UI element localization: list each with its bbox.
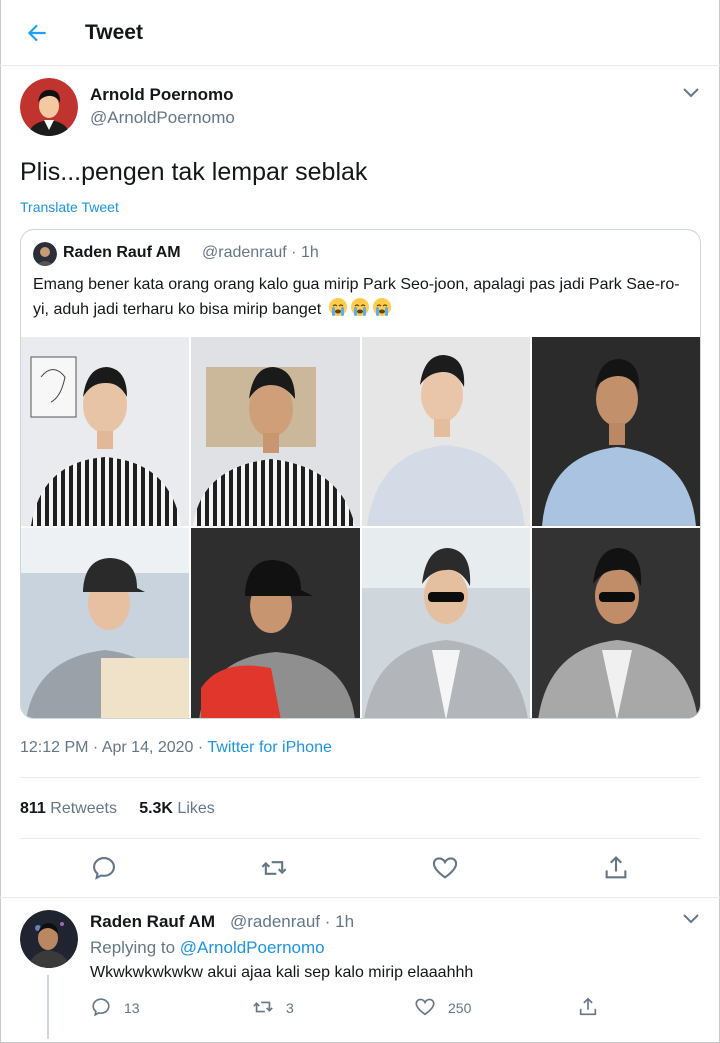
share-icon [579,997,597,1016]
reply-like-count: 250 [448,1000,472,1016]
reply-text: Wkwkwkwkwkw akui ajaa kali sep kalo miri… [90,964,474,981]
likes-label: Likes [172,800,215,817]
retweets-count: 811 [20,800,46,817]
heart-icon[interactable] [431,854,459,882]
photo-collage-sunglasses[interactable] [362,528,700,718]
divider [20,777,700,778]
header-bar: Tweet [0,0,720,66]
retweet-icon [253,1001,273,1013]
divider [20,838,700,839]
reply-icon[interactable] [90,854,118,882]
likes-stat[interactable]: 5.3K Likes [139,800,215,817]
replying-to: Replying to @ArnoldPoernomo [90,938,325,958]
arrow-left-icon[interactable] [24,20,50,46]
tweet-source-link[interactable]: Twitter for iPhone [207,739,332,756]
crying-face-emoji-icon [328,298,347,316]
reply-icon [92,998,110,1017]
crying-face-emoji-icon [350,298,369,316]
tweet-text: Plis...pengen tak lempar seblak [20,158,368,186]
heart-icon [415,998,435,1016]
timestamp[interactable]: 12:12 PM · Apr 14, 2020 · [20,739,207,756]
reply-author-name[interactable]: Raden Rauf AM [90,912,215,932]
quote-text: Emang bener kata orang orang kalo gua mi… [33,272,693,322]
thread-line [47,975,49,1039]
author-avatar[interactable] [20,78,78,136]
reply-share-button[interactable] [577,996,603,1022]
chevron-down-icon[interactable] [680,84,702,102]
quote-meta: @radenrauf · 1h [202,244,319,261]
reply-avatar[interactable] [20,910,78,968]
quoted-tweet[interactable]: Raden Rauf AM @radenrauf · 1h Emang bene… [20,229,701,719]
reply-reply-count: 13 [124,1000,140,1016]
tweet-stats: 811 Retweets 5.3K Likes [20,800,215,818]
tweet-action-bar [0,850,720,890]
tweet-meta: 12:12 PM · Apr 14, 2020 · Twitter for iP… [20,739,332,757]
quote-author-name: Raden Rauf AM [63,244,181,261]
crying-face-emoji-icon [372,298,391,316]
replying-prefix: Replying to [90,938,180,957]
author-name[interactable]: Arnold Poernomo [90,85,234,105]
reply-meta[interactable]: @radenrauf · 1h [230,912,354,932]
author-handle[interactable]: @ArnoldPoernomo [90,108,235,128]
photo-collage-striped[interactable] [21,337,360,526]
photo-collage-cap[interactable] [21,528,360,718]
quote-avatar [33,242,57,266]
retweet-icon[interactable] [260,854,288,882]
chevron-down-icon[interactable] [680,910,702,928]
reply-retweet-count: 3 [286,1000,294,1016]
photo-grid [21,337,700,718]
share-icon[interactable] [602,854,630,882]
divider [0,897,720,898]
replying-to-mention[interactable]: @ArnoldPoernomo [180,938,325,957]
photo-collage-blue-shirt[interactable] [362,337,700,526]
likes-count: 5.3K [139,800,173,817]
reply-retweet-button[interactable]: 3 [252,996,322,1022]
page-title: Tweet [85,21,143,44]
translate-tweet-link[interactable]: Translate Tweet [20,199,119,215]
reply-reply-button[interactable]: 13 [90,996,160,1022]
retweets-label: Retweets [45,800,117,817]
reply-like-button[interactable]: 250 [414,996,494,1022]
retweets-stat[interactable]: 811 Retweets [20,800,117,817]
